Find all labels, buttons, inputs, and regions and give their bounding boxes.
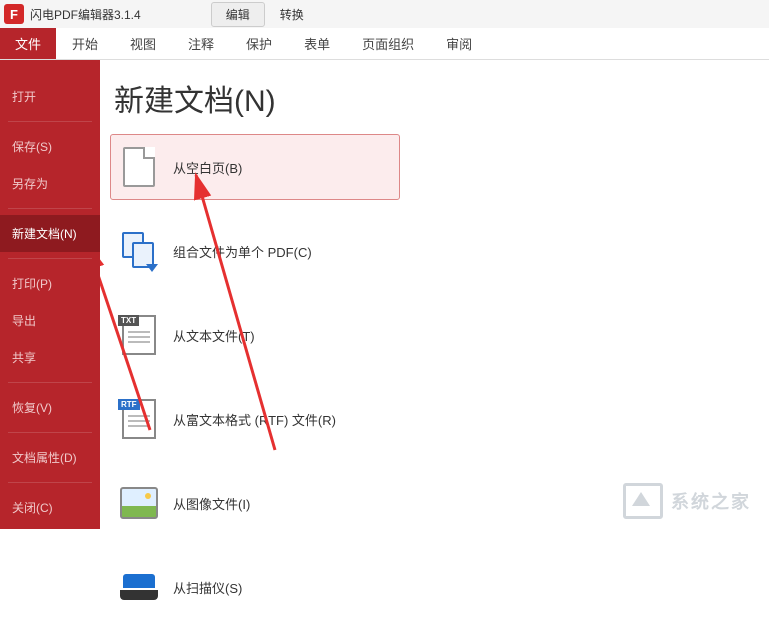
ribbon-tab-开始[interactable]: 开始 [56, 28, 114, 59]
sidebar-item-另存为[interactable]: 另存为 [0, 165, 100, 202]
top-tab-编辑[interactable]: 编辑 [211, 2, 265, 27]
option-label: 从空白页(B) [173, 158, 242, 177]
content-panel: 新建文档(N) 从空白页(B) 组合文件为单个 PDF(C) TXT 从文本文件(T)… [100, 60, 769, 529]
top-tabs: 编辑转换 [211, 2, 319, 27]
option-from-rtf[interactable]: RTF 从富文本格式 (RTF) 文件(R) [110, 386, 400, 452]
sidebar-item-恢复(V)[interactable]: 恢复(V) [0, 389, 100, 426]
sidebar-item-打印(P)[interactable]: 打印(P) [0, 265, 100, 302]
sidebar: 打开保存(S)另存为新建文档(N) 打印(P)导出共享恢复(V) 文档属性(D) 关闭… [0, 60, 100, 529]
from-image-icon [119, 481, 159, 525]
sidebar-divider [8, 121, 92, 122]
sidebar-divider [8, 258, 92, 259]
sidebar-divider [8, 482, 92, 483]
option-label: 从富文本格式 (RTF) 文件(R) [173, 410, 336, 429]
option-from-blank[interactable]: 从空白页(B) [110, 134, 400, 200]
watermark: 系统之家 [623, 483, 751, 519]
option-from-scanner[interactable]: 从扫描仪(S) [110, 554, 400, 620]
ribbon-tab-页面组织[interactable]: 页面组织 [346, 28, 430, 59]
from-text-icon: TXT [119, 313, 159, 357]
watermark-house-icon [623, 483, 663, 519]
app-icon: F [4, 4, 24, 24]
sidebar-item-新建文档(N)[interactable]: 新建文档(N) [0, 215, 100, 252]
watermark-text: 系统之家 [671, 488, 751, 514]
sidebar-divider [8, 208, 92, 209]
sidebar-item-保存(S)[interactable]: 保存(S) [0, 128, 100, 165]
ribbon-tab-审阅[interactable]: 审阅 [430, 28, 488, 59]
ribbon-tab-视图[interactable]: 视图 [114, 28, 172, 59]
app-title: 闪电PDF编辑器3.1.4 [30, 6, 141, 23]
ribbon-tab-表单[interactable]: 表单 [288, 28, 346, 59]
option-label: 从扫描仪(S) [173, 578, 242, 597]
option-label: 组合文件为单个 PDF(C) [173, 242, 312, 261]
option-combine[interactable]: 组合文件为单个 PDF(C) [110, 218, 400, 284]
ribbon-tab-保护[interactable]: 保护 [230, 28, 288, 59]
sidebar-divider [8, 432, 92, 433]
option-label: 从图像文件(I) [173, 494, 250, 513]
sidebar-item-文档属性(D)[interactable]: 文档属性(D) [0, 439, 100, 476]
sidebar-item-打开[interactable]: 打开 [0, 78, 100, 115]
from-blank-icon [119, 145, 159, 189]
from-rtf-icon: RTF [119, 397, 159, 441]
ribbon-file-tab[interactable]: 文件 [0, 28, 56, 59]
option-from-image[interactable]: 从图像文件(I) [110, 470, 400, 536]
combine-icon [119, 229, 159, 273]
from-scanner-icon [119, 565, 159, 609]
option-list: 从空白页(B) 组合文件为单个 PDF(C) TXT 从文本文件(T) RTF 从富文本格… [110, 134, 400, 620]
ribbon: 文件 开始视图注释保护表单页面组织审阅 [0, 28, 769, 60]
top-tab-转换[interactable]: 转换 [265, 2, 319, 27]
ribbon-tab-注释[interactable]: 注释 [172, 28, 230, 59]
main-area: 打开保存(S)另存为新建文档(N)打印(P)导出共享恢复(V)文档属性(D)关闭… [0, 60, 769, 529]
title-bar: F 闪电PDF编辑器3.1.4 编辑转换 [0, 0, 769, 28]
sidebar-item-共享[interactable]: 共享 [0, 339, 100, 376]
sidebar-item-导出[interactable]: 导出 [0, 302, 100, 339]
sidebar-item-关闭(C)[interactable]: 关闭(C) [0, 489, 100, 526]
option-label: 从文本文件(T) [173, 326, 255, 345]
ribbon-tabs: 开始视图注释保护表单页面组织审阅 [56, 28, 488, 59]
sidebar-divider [8, 382, 92, 383]
page-title: 新建文档(N) [114, 76, 769, 120]
option-from-text[interactable]: TXT 从文本文件(T) [110, 302, 400, 368]
